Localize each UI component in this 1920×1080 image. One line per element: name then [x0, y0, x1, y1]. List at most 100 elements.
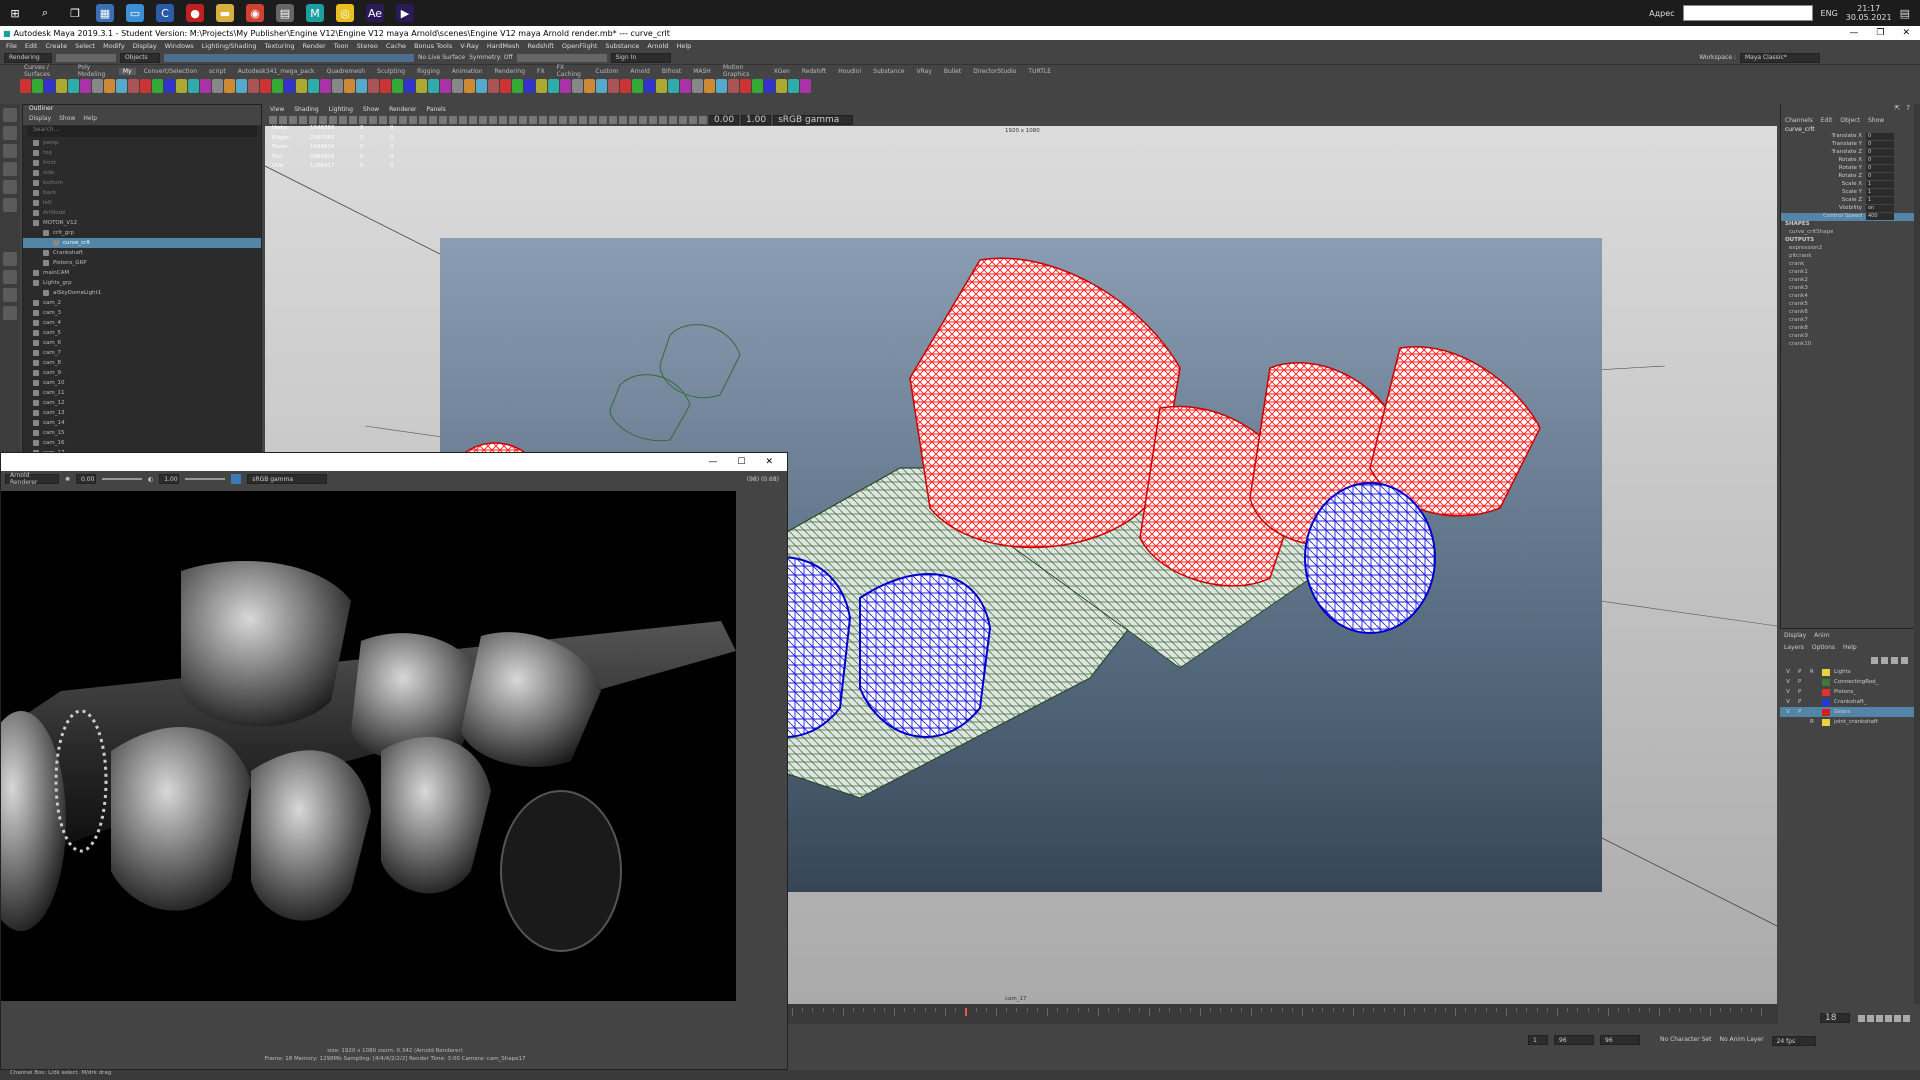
menu-item-openflight[interactable]: OpenFlight [562, 42, 598, 50]
shelf-tab[interactable]: MASH [689, 68, 715, 75]
menu-item-file[interactable]: File [6, 42, 17, 50]
menu-item-bonus-tools[interactable]: Bonus Tools [414, 42, 452, 50]
shelf-tab[interactable]: TURTLE [1024, 68, 1055, 75]
shelf-tool-icon[interactable] [380, 79, 391, 93]
channel-tab[interactable]: Channels [1785, 117, 1813, 124]
outliner-item[interactable]: bottom [23, 178, 261, 188]
shelf-tool-icon[interactable] [368, 79, 379, 93]
rotate-tool-icon[interactable] [3, 180, 17, 194]
layer-color-swatch[interactable] [1822, 688, 1830, 696]
output-node[interactable]: crank [1781, 261, 1914, 269]
shelf-tool-icon[interactable] [560, 79, 571, 93]
davinci-icon[interactable]: ● [186, 4, 204, 22]
shelf-tab[interactable]: Animation [448, 68, 487, 75]
layer-r-toggle[interactable]: R [1810, 719, 1818, 725]
outliner-item[interactable]: cam_10 [23, 378, 261, 388]
layer-row[interactable]: Rjoint_crankshaft [1780, 717, 1914, 727]
shelf-tool-icon[interactable] [452, 79, 463, 93]
shelf-tool-icon[interactable] [668, 79, 679, 93]
menu-item-create[interactable]: Create [45, 42, 67, 50]
shelf-tab[interactable]: Rendering [490, 68, 529, 75]
viewport-tool-icon[interactable] [669, 116, 677, 124]
attribute-value[interactable]: 0 [1866, 157, 1894, 164]
shelf-tool-icon[interactable] [716, 79, 727, 93]
shelf-tool-icon[interactable] [260, 79, 271, 93]
maya-icon[interactable]: M [306, 4, 324, 22]
shelf-tool-icon[interactable] [416, 79, 427, 93]
outliner-item[interactable]: cam_16 [23, 438, 261, 448]
viewport-menu-item[interactable]: Show [363, 106, 379, 113]
channel-collapse-icon[interactable]: ⇱ [1894, 104, 1900, 114]
layer-row[interactable]: V P Pistons_ [1780, 687, 1914, 697]
shelf-tool-icon[interactable] [236, 79, 247, 93]
play-backward-icon[interactable] [1876, 1014, 1883, 1022]
viewport-tool-icon[interactable] [659, 116, 667, 124]
exposure-icon[interactable]: ✺ [65, 476, 70, 483]
menu-item-stereo[interactable]: Stereo [357, 42, 378, 50]
minimize-button[interactable]: — [1849, 28, 1858, 38]
layer-p-toggle[interactable]: P [1798, 689, 1806, 695]
layer-menu-item[interactable]: Options [1812, 644, 1835, 651]
shelf-tab[interactable]: VRay [913, 68, 936, 75]
viewport-tool-icon[interactable] [489, 116, 497, 124]
viewport-tool-icon[interactable] [679, 116, 687, 124]
attribute-value[interactable]: 400 [1866, 213, 1894, 220]
range-start-field[interactable]: 1 [1528, 1035, 1548, 1045]
viewport-tool-icon[interactable] [319, 116, 327, 124]
fps-dropdown[interactable]: 24 fps [1771, 1036, 1816, 1046]
viewport-tool-icon[interactable] [699, 116, 707, 124]
shelf-tool-icon[interactable] [680, 79, 691, 93]
shelf-tool-icon[interactable] [572, 79, 583, 93]
folder-icon[interactable]: ▬ [216, 4, 234, 22]
channel-attribute[interactable]: Translate Y 0 [1781, 141, 1914, 149]
attribute-value[interactable]: 1 [1866, 181, 1894, 188]
shelf-tool-icon[interactable] [248, 79, 259, 93]
viewport-menu-item[interactable]: Panels [426, 106, 445, 113]
attribute-value[interactable]: 0 [1866, 149, 1894, 156]
outliner-item[interactable]: aiSkyDomeLight1 [23, 288, 261, 298]
viewport-tool-icon[interactable] [639, 116, 647, 124]
color-management-icon[interactable] [231, 474, 242, 484]
viewport-tool-icon[interactable] [479, 116, 487, 124]
shelf-tool-icon[interactable] [404, 79, 415, 93]
shelf-tool-icon[interactable] [740, 79, 751, 93]
shelf-tool-icon[interactable] [104, 79, 115, 93]
language-indicator[interactable]: ENG [1821, 9, 1838, 18]
move-tool-icon[interactable] [3, 162, 17, 176]
outliner-item[interactable]: cam_14 [23, 418, 261, 428]
viewport-menu-item[interactable]: Renderer [389, 106, 416, 113]
current-frame-field[interactable]: 18 [1820, 1013, 1850, 1023]
file-tools[interactable] [56, 53, 116, 62]
layer-row[interactable]: V P ConnectingRod_ [1780, 677, 1914, 687]
shelf-tool-icon[interactable] [596, 79, 607, 93]
shelf-tab[interactable]: Quadremesh [323, 68, 370, 75]
gamma-slider[interactable] [185, 478, 226, 480]
viewport-tool-icon[interactable] [309, 116, 317, 124]
viewport-tool-icon[interactable] [279, 116, 287, 124]
outliner-item[interactable]: ArtNode [23, 208, 261, 218]
layer-row[interactable]: V P R Lights [1780, 667, 1914, 677]
shelf-tool-icon[interactable] [20, 79, 31, 93]
shelf-tool-icon[interactable] [464, 79, 475, 93]
viewport-tool-icon[interactable] [389, 116, 397, 124]
outliner-item[interactable]: cam_7 [23, 348, 261, 358]
shelf-tool-icon[interactable] [176, 79, 187, 93]
shelf-tool-icon[interactable] [620, 79, 631, 93]
view-transform-dropdown[interactable]: sRGB gamma [247, 474, 328, 484]
outliner-item[interactable]: Pistons_GRP [23, 258, 261, 268]
attribute-value[interactable]: 0 [1866, 173, 1894, 180]
outliner-item[interactable]: cam_5 [23, 328, 261, 338]
after-effects-icon[interactable]: Ae [366, 4, 384, 22]
menu-item-cache[interactable]: Cache [386, 42, 406, 50]
layout-four-icon[interactable] [3, 270, 17, 284]
shelf-tool-icon[interactable] [284, 79, 295, 93]
chrome-icon[interactable]: ◉ [246, 4, 264, 22]
shelf-tab[interactable]: Redshift [798, 68, 830, 75]
channel-attribute[interactable]: Scale Z 1 [1781, 197, 1914, 205]
shelf-tool-icon[interactable] [296, 79, 307, 93]
layer-v-toggle[interactable]: V [1786, 689, 1794, 695]
shelf-tool-icon[interactable] [656, 79, 667, 93]
layer-p-toggle[interactable]: P [1798, 699, 1806, 705]
layer-v-toggle[interactable]: V [1786, 669, 1794, 675]
layer-menu-item[interactable]: Help [1843, 644, 1857, 651]
